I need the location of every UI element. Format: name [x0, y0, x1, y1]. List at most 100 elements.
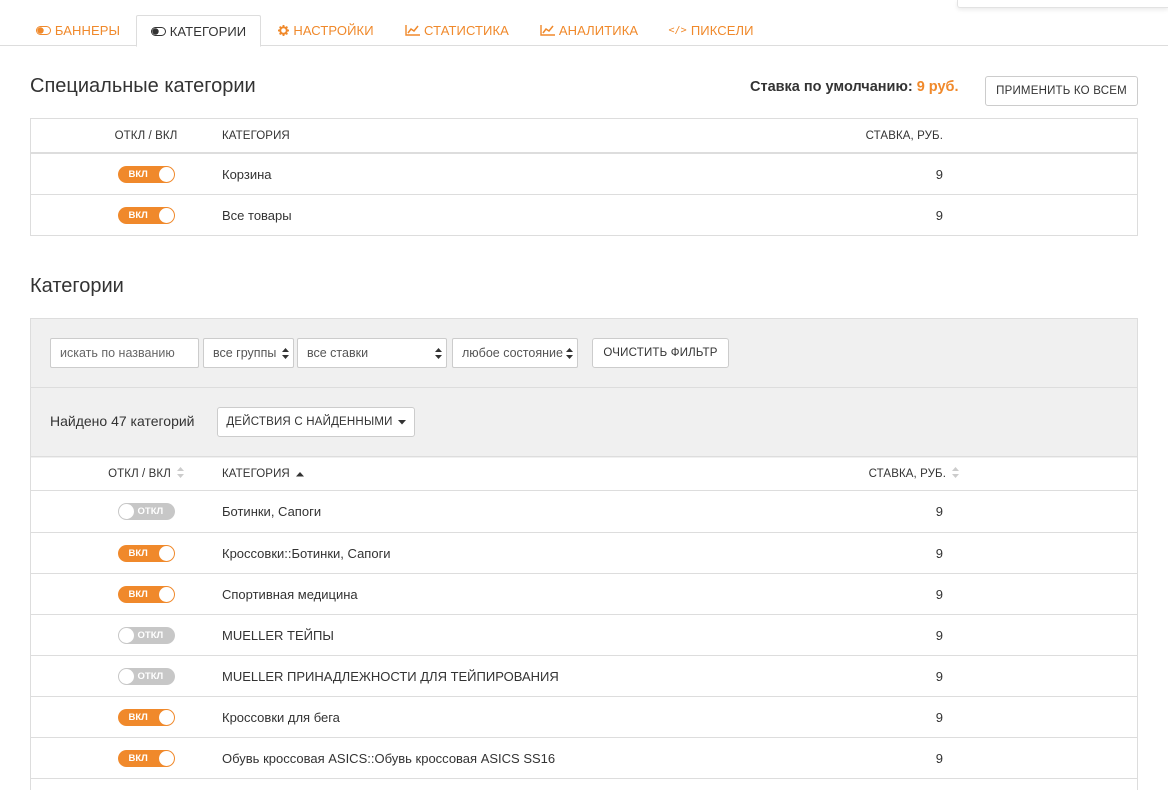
- table-row: ВКЛ Обувь кроссовая ASICS::Обувь кроссова…: [31, 737, 1137, 778]
- categories-rows: ОТКЛ Ботинки, Сапоги 9ВКЛ Кроссовки::Ботинк…: [31, 491, 1137, 778]
- toggle-knob: [118, 504, 134, 519]
- toggle-icon: [150, 26, 166, 36]
- table-row: ОТКЛ MUELLER ПРИНАДЛЕЖНОСТИ ДЛЯ ТЕЙПИРОВА…: [31, 655, 1137, 696]
- clear-filter-button[interactable]: ОЧИСТИТЬ ФИЛЬТР: [592, 338, 729, 368]
- tab-pixels[interactable]: </> ПИКСЕЛИ: [662, 15, 760, 46]
- category-name: Спортивная медицина: [222, 586, 358, 602]
- popup-edge: [957, 0, 1168, 8]
- default-rate-label: Ставка по умолчанию:: [750, 79, 913, 95]
- tab-label: БАННЕРЫ: [54, 23, 121, 38]
- apply-all-button[interactable]: ПРИМЕНИТЬ КО ВСЕМ: [985, 76, 1138, 106]
- toggle-knob: [118, 668, 134, 684]
- toggle-knob: [158, 586, 174, 602]
- table-row: ОТКЛ Ботинки, Сапоги 9: [31, 491, 1137, 532]
- category-rate[interactable]: 9: [936, 533, 943, 573]
- sort-asc-icon: [295, 468, 304, 480]
- category-name: Кроссовки::Ботинки, Сапоги: [222, 545, 391, 561]
- divider: [31, 387, 1137, 388]
- filter-panel: все группы все ставки любое состояние ОЧ…: [30, 318, 1138, 458]
- tab-label: НАСТРОЙКИ: [293, 23, 374, 38]
- toggle-knob: [158, 545, 174, 561]
- enable-toggle[interactable]: ОТКЛ: [117, 667, 175, 685]
- tab-label: СТАТИСТИКА: [424, 23, 509, 38]
- header-category[interactable]: КАТЕГОРИЯ: [222, 457, 304, 490]
- special-categories-table: ОТКЛ / ВКЛ КАТЕГОРИЯ СТАВКА, РУБ. ВКЛ Ко…: [30, 118, 1138, 236]
- table-row: ОТКЛ MUELLER ТЕЙПЫ 9: [31, 614, 1137, 655]
- found-count: Найдено 47 категорий: [50, 413, 195, 429]
- bulk-actions-dropdown[interactable]: ДЕЙСТВИЯ С НАЙДЕННЫМИ: [217, 407, 415, 437]
- toggle-label: ОТКЛ: [137, 506, 164, 517]
- select-arrows-icon: [435, 348, 442, 362]
- line-chart-icon: [540, 25, 555, 36]
- header-category-label: КАТЕГОРИЯ: [222, 467, 290, 480]
- toggle-knob: [158, 750, 174, 766]
- sort-icon: [952, 466, 959, 481]
- enable-toggle[interactable]: ОТКЛ: [117, 503, 175, 520]
- table-row: ВКЛ Все товары 9: [31, 194, 1137, 235]
- group-select[interactable]: все группы: [203, 338, 294, 368]
- tab-analytics[interactable]: АНАЛИТИКА: [532, 15, 646, 46]
- table-header: ОТКЛ / ВКЛ КАТЕГОРИЯ СТАВКА, РУБ.: [31, 457, 1137, 491]
- toggle-label: ВКЛ: [128, 168, 148, 180]
- enable-toggle[interactable]: ВКЛ: [117, 165, 175, 183]
- enable-toggle[interactable]: ОТКЛ: [117, 626, 175, 644]
- page-title: Специальные категории: [30, 75, 256, 97]
- category-rate[interactable]: 9: [936, 615, 943, 655]
- table-row: ВКЛ Корзина 9: [31, 153, 1137, 194]
- select-arrows-icon: [566, 348, 573, 362]
- select-arrows-icon: [282, 348, 289, 362]
- tab-label: ПИКСЕЛИ: [690, 23, 754, 38]
- table-row: ВКЛ Кроссовки для бега 9: [31, 696, 1137, 737]
- toggle-label: ОТКЛ: [137, 670, 164, 682]
- categories-table: ОТКЛ / ВКЛ КАТЕГОРИЯ СТАВКА, РУБ. ОТКЛ Бо…: [30, 456, 1138, 790]
- toggle-label: ВКЛ: [128, 752, 148, 764]
- state-select-value: любое состояние: [462, 346, 563, 360]
- state-select[interactable]: любое состояние: [452, 338, 578, 368]
- enable-toggle[interactable]: ВКЛ: [117, 749, 175, 767]
- header-rate[interactable]: СТАВКА, РУБ.: [869, 457, 959, 490]
- header-rate: СТАВКА, РУБ.: [865, 129, 943, 142]
- default-rate-value: 9 руб.: [916, 79, 959, 95]
- category-name: MUELLER ТЕЙПЫ: [222, 627, 334, 643]
- toggle-knob: [158, 207, 174, 223]
- enable-toggle[interactable]: ВКЛ: [117, 585, 175, 603]
- category-rate[interactable]: 9: [936, 656, 943, 696]
- table-header: ОТКЛ / ВКЛ КАТЕГОРИЯ СТАВКА, РУБ.: [31, 119, 1137, 153]
- tab-bar: БАННЕРЫ КАТЕГОРИИ НАСТРОЙКИ СТАТИСТИКА А…: [0, 15, 1168, 47]
- toggle-label: ОТКЛ: [137, 629, 164, 641]
- category-name: Кроссовки для бега: [222, 709, 340, 725]
- category-rate[interactable]: 9: [936, 574, 943, 614]
- toggle-label: ВКЛ: [128, 711, 148, 723]
- enable-toggle[interactable]: ВКЛ: [117, 708, 175, 726]
- tab-banners[interactable]: БАННЕРЫ: [30, 15, 126, 46]
- enable-toggle[interactable]: ВКЛ: [117, 544, 175, 562]
- rate-select[interactable]: все ставки: [297, 338, 447, 368]
- category-rate[interactable]: 9: [936, 697, 943, 737]
- tab-categories[interactable]: КАТЕГОРИИ: [136, 15, 261, 47]
- tab-label: АНАЛИТИКА: [558, 23, 639, 38]
- category-rate[interactable]: 9: [936, 154, 943, 194]
- enable-toggle[interactable]: ВКЛ: [117, 206, 175, 224]
- search-input[interactable]: [50, 338, 199, 368]
- category-rate[interactable]: 9: [936, 738, 943, 778]
- toggle-label: ВКЛ: [128, 588, 148, 600]
- category-name: MUELLER ПРИНАДЛЕЖНОСТИ ДЛЯ ТЕЙПИРОВАНИЯ: [222, 668, 559, 684]
- group-select-value: все группы: [213, 346, 277, 360]
- toggle-label: ВКЛ: [128, 547, 148, 559]
- default-rate: Ставка по умолчанию: 9 руб.: [750, 79, 959, 95]
- tab-statistics[interactable]: СТАТИСТИКА: [397, 15, 517, 46]
- category-rate[interactable]: 9: [936, 195, 943, 235]
- header-category: КАТЕГОРИЯ: [222, 129, 290, 142]
- tab-settings[interactable]: НАСТРОЙКИ: [271, 15, 381, 46]
- table-row: ВКЛ Кроссовки::Ботинки, Сапоги 9: [31, 532, 1137, 573]
- search-field[interactable]: [60, 346, 198, 360]
- toggle-knob: [118, 627, 134, 643]
- code-icon: </>: [668, 25, 687, 36]
- table-row: ВКЛ Спортивная медицина 9: [31, 573, 1137, 614]
- bulk-actions-label: ДЕЙСТВИЯ С НАЙДЕННЫМИ: [226, 416, 393, 428]
- category-rate[interactable]: 9: [936, 491, 943, 532]
- tab-label: КАТЕГОРИИ: [169, 23, 247, 39]
- category-name: Обувь кроссовая ASICS::Обувь кроссовая A…: [222, 750, 556, 766]
- section-title-categories: Категории: [30, 275, 124, 297]
- category-name: Все товары: [222, 207, 292, 223]
